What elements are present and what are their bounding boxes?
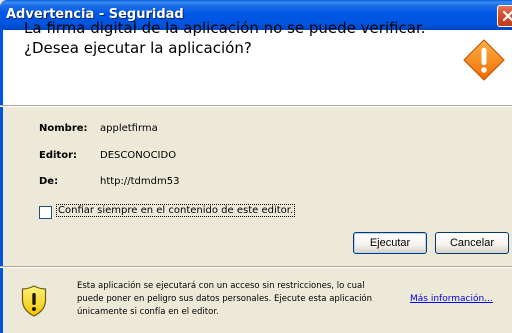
publisher-label: Editor: [39, 150, 77, 161]
warning-diamond-icon [463, 39, 505, 81]
more-info-link[interactable]: Más información... [410, 294, 493, 304]
security-warning-dialog: Advertencia - Seguridad La firma digital… [0, 0, 512, 333]
warning-message: La firma digital de la aplicación no se … [24, 18, 444, 58]
from-value: http://tdmdm53 [100, 176, 180, 187]
close-button[interactable] [497, 5, 512, 27]
run-button[interactable]: Ejecutar [353, 232, 427, 254]
name-label: Nombre: [39, 123, 88, 134]
shield-warning-icon [21, 285, 47, 317]
name-value: appletfirma [100, 123, 158, 134]
security-notice: Esta aplicación se ejecutará con un acce… [77, 280, 392, 319]
always-trust-checkbox[interactable] [39, 206, 52, 219]
security-notice-line2: puede poner en peligro sus datos persona… [77, 294, 373, 304]
security-notice-line3: únicamente si confía en el editor. [77, 307, 219, 317]
always-trust-label[interactable]: Confiar siempre en el contenido de este … [55, 204, 296, 217]
security-notice-line1: Esta aplicación se ejecutará con un acce… [77, 281, 365, 291]
cancel-button[interactable]: Cancelar [435, 232, 509, 254]
warning-message-line1: La firma digital de la aplicación no se … [24, 19, 426, 37]
publisher-value: DESCONOCIDO [100, 150, 177, 161]
from-label: De: [39, 176, 59, 187]
warning-message-line2: ¿Desea ejecutar la aplicación? [24, 39, 252, 57]
close-icon [502, 10, 512, 22]
